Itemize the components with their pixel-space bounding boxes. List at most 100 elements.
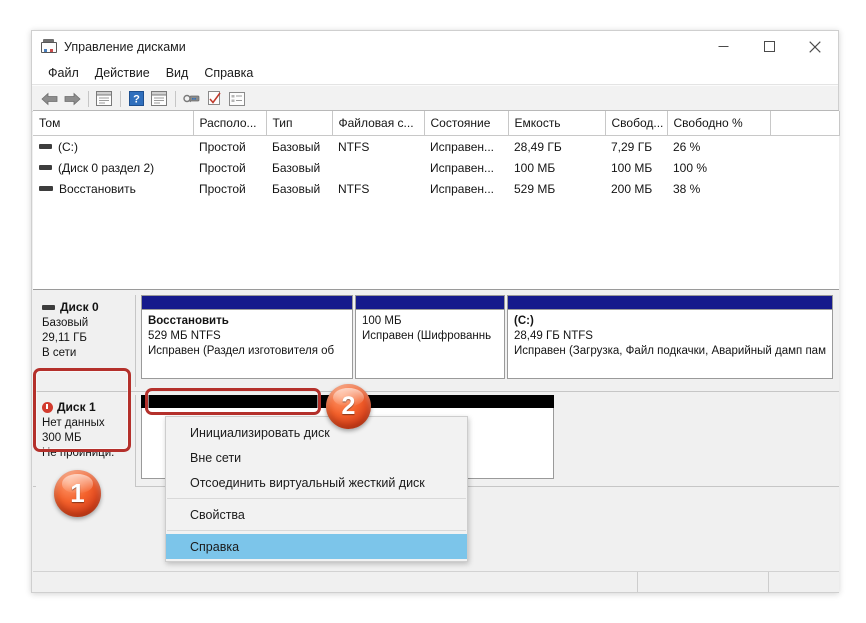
status-pane-main (33, 572, 638, 592)
cell-status: Исправен... (424, 178, 508, 199)
column-header-free-space[interactable]: Свобод... (605, 111, 667, 136)
volume-table: Том Располо... Тип Файловая с... Состоян… (33, 111, 840, 199)
column-header-status[interactable]: Состояние (424, 111, 508, 136)
status-bar (33, 571, 839, 592)
volume-icon (39, 165, 52, 170)
cell-free-space: 200 МБ (605, 178, 667, 199)
column-header-extra[interactable] (770, 111, 839, 136)
menu-item-file[interactable]: Файл (40, 64, 87, 82)
list-view-icon[interactable] (226, 88, 248, 109)
step-badge-1-number: 1 (70, 478, 84, 509)
warning-icon (42, 402, 53, 413)
context-menu-item-properties[interactable]: Свойства (166, 502, 467, 527)
partition-efi[interactable]: 100 МБ Исправен (Шифрованнь (355, 295, 505, 379)
back-icon[interactable] (38, 88, 60, 109)
partition-status: Исправен (Загрузка, Файл подкачки, Авари… (508, 344, 832, 359)
disk-0-header[interactable]: Диск 0 Базовый 29,11 ГБ В сети (36, 295, 136, 387)
cell-volume: Восстановить (33, 178, 193, 199)
properties-icon[interactable] (203, 88, 225, 109)
disk-1-title: Диск 1 (42, 400, 131, 415)
cell-extra (770, 136, 839, 158)
column-header-type[interactable]: Тип (266, 111, 332, 136)
cell-layout: Простой (193, 136, 266, 158)
toolbar: ? (32, 85, 838, 112)
context-menu-separator (167, 498, 466, 499)
context-menu-item-offline[interactable]: Вне сети (166, 445, 467, 470)
cell-status: Исправен... (424, 136, 508, 158)
cell-free-percent: 100 % (667, 157, 770, 178)
close-icon[interactable] (792, 31, 838, 62)
cell-extra (770, 157, 839, 178)
title-bar: Управление дисками (32, 31, 838, 62)
partition-c-drive[interactable]: (C:) 28,49 ГБ NTFS Исправен (Загрузка, Ф… (507, 295, 833, 379)
partition-recovery[interactable]: Восстановить 529 МБ NTFS Исправен (Разде… (141, 295, 353, 379)
disk-management-icon (41, 39, 57, 54)
partition-bar (142, 296, 352, 310)
partition-size-fs: 529 МБ NTFS (142, 329, 352, 344)
toolbar-separator (120, 91, 121, 107)
step-badge-2-number: 2 (342, 392, 356, 421)
cell-free-percent: 26 % (667, 136, 770, 158)
minimize-icon[interactable] (700, 31, 746, 62)
partition-label: Восстановить (142, 310, 352, 329)
cell-layout: Простой (193, 157, 266, 178)
disk-0-size: 29,11 ГБ (42, 331, 131, 346)
cell-volume: (C:) (33, 136, 193, 158)
cell-type: Базовый (266, 178, 332, 199)
menu-item-view[interactable]: Вид (158, 64, 197, 82)
volume-list-panel: Том Располо... Тип Файловая с... Состоян… (33, 110, 839, 289)
menu-item-action[interactable]: Действие (87, 64, 158, 82)
disk-1-state: Не проиници. (42, 446, 131, 461)
column-header-volume[interactable]: Том (33, 111, 193, 136)
partition-status: Исправен (Шифрованнь (356, 329, 504, 344)
column-header-layout[interactable]: Располо... (193, 111, 266, 136)
show-action-pane-icon[interactable] (148, 88, 170, 109)
cell-extra (770, 178, 839, 199)
menu-item-help[interactable]: Справка (196, 64, 261, 82)
toolbar-separator (88, 91, 89, 107)
table-header-row: Том Располо... Тип Файловая с... Состоян… (33, 111, 839, 136)
disk-row-0[interactable]: Диск 0 Базовый 29,11 ГБ В сети Восстанов… (33, 293, 839, 392)
forward-icon[interactable] (61, 88, 83, 109)
context-menu-separator (167, 530, 466, 531)
disk-1-size: 300 МБ (42, 431, 131, 446)
volume-icon (39, 144, 52, 149)
disk-0-partitions: Восстановить 529 МБ NTFS Исправен (Разде… (141, 295, 833, 387)
cell-layout: Простой (193, 178, 266, 199)
cell-capacity: 100 МБ (508, 157, 605, 178)
disk-context-menu: Инициализировать диск Вне сети Отсоедини… (165, 416, 468, 562)
disk-icon (42, 305, 55, 310)
volume-icon (39, 186, 53, 191)
context-menu-item-help[interactable]: Справка (166, 534, 467, 559)
status-pane-tertiary (769, 572, 839, 592)
step-badge-2: 2 (326, 384, 371, 429)
table-row[interactable]: (C:) Простой Базовый NTFS Исправен... 28… (33, 136, 839, 158)
context-menu-item-detach-vhd[interactable]: Отсоединить виртуальный жесткий диск (166, 470, 467, 495)
window-controls (700, 31, 838, 62)
disk-0-title: Диск 0 (42, 300, 131, 315)
cell-filesystem: NTFS (332, 136, 424, 158)
cell-capacity: 28,49 ГБ (508, 136, 605, 158)
rescan-disks-icon[interactable] (180, 88, 202, 109)
partition-bar (356, 296, 504, 310)
disk-0-state: В сети (42, 346, 131, 361)
cell-free-percent: 38 % (667, 178, 770, 199)
context-menu-item-initialize-disk[interactable]: Инициализировать диск (166, 420, 467, 445)
table-row[interactable]: Восстановить Простой Базовый NTFS Исправ… (33, 178, 839, 199)
column-header-filesystem[interactable]: Файловая с... (332, 111, 424, 136)
cell-filesystem (332, 157, 424, 178)
column-header-free-percent[interactable]: Свободно % (667, 111, 770, 136)
menu-bar: Файл Действие Вид Справка (32, 62, 838, 85)
disk-1-type: Нет данных (42, 416, 131, 431)
maximize-icon[interactable] (746, 31, 792, 62)
cell-type: Базовый (266, 157, 332, 178)
help-icon[interactable]: ? (125, 88, 147, 109)
show-hide-tree-icon[interactable] (93, 88, 115, 109)
step-badge-1: 1 (54, 470, 101, 517)
column-header-capacity[interactable]: Емкость (508, 111, 605, 136)
partition-size-fs: 100 МБ (356, 314, 504, 329)
svg-text:?: ? (133, 94, 140, 106)
table-row[interactable]: (Диск 0 раздел 2) Простой Базовый Исправ… (33, 157, 839, 178)
status-pane-secondary (638, 572, 769, 592)
screenshot-root: Управление дисками Файл Действие Вид Спр… (0, 0, 866, 623)
